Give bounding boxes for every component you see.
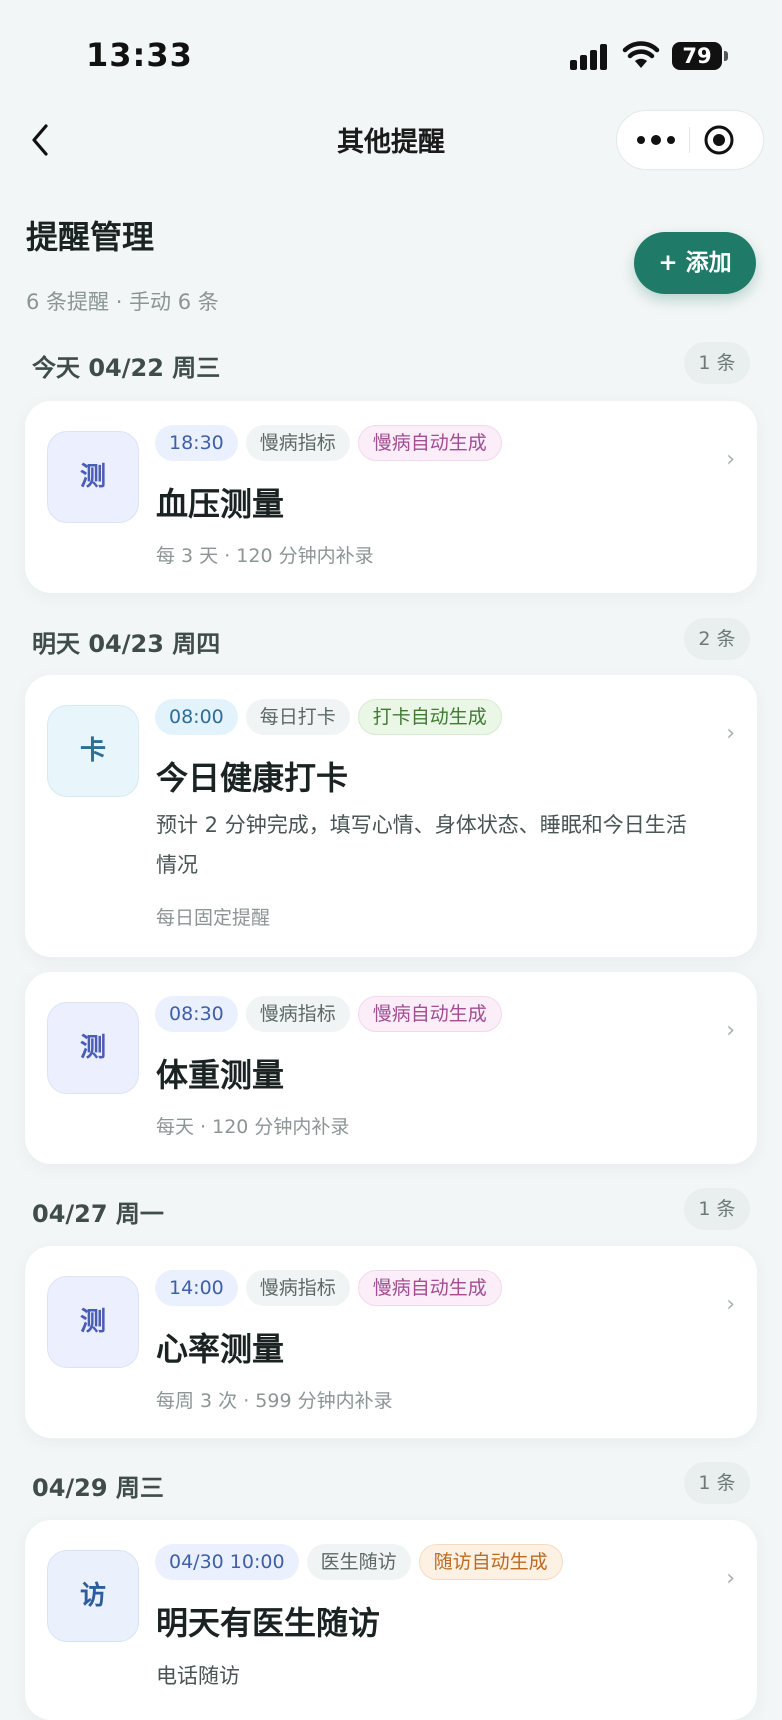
- reminder-card[interactable]: 访 04/30 10:00 医生随访 随访自动生成 明天有医生随访 电话随访 ›: [25, 1520, 757, 1720]
- battery-tip: [724, 51, 728, 61]
- auto-generated-tag: 随访自动生成: [418, 1544, 563, 1580]
- reminder-card[interactable]: 测 18:30 慢病指标 慢病自动生成 血压测量 每 3 天 · 120 分钟内补录…: [25, 401, 757, 593]
- section-date: 今天 04/22 周三: [32, 354, 221, 382]
- page-title: 提醒管理: [26, 218, 155, 256]
- measure-icon: 测: [47, 1276, 139, 1368]
- section-date: 04/29 周三: [32, 1474, 164, 1502]
- chevron-right-icon: ›: [726, 721, 735, 746]
- status-time: 13:33: [86, 36, 193, 74]
- time-tag: 08:00: [155, 699, 238, 735]
- time-tag: 18:30: [155, 425, 238, 461]
- date-section-header: 04/29 周三 1 条: [0, 1462, 782, 1506]
- reminder-card[interactable]: 测 14:00 慢病指标 慢病自动生成 心率测量 每周 3 次 · 599 分钟内补…: [25, 1246, 757, 1438]
- category-tag: 慢病指标: [245, 996, 350, 1032]
- time-tag: 04/30 10:00: [155, 1544, 299, 1580]
- miniprogram-capsule: [616, 110, 764, 170]
- status-bar: 13:33 79: [0, 0, 782, 100]
- card-meta: 每天 · 120 分钟内补录: [156, 1116, 350, 1138]
- count-badge: 1 条: [684, 1462, 750, 1504]
- date-section-header: 今天 04/22 周三 1 条: [0, 342, 782, 386]
- tag-row: 08:30 慢病指标 慢病自动生成: [155, 996, 510, 1034]
- capsule-divider: [689, 127, 690, 153]
- chevron-right-icon: ›: [726, 1018, 735, 1043]
- auto-generated-tag: 打卡自动生成: [357, 699, 502, 735]
- tag-row: 04/30 10:00 医生随访 随访自动生成: [155, 1544, 571, 1582]
- category-tag: 慢病指标: [245, 425, 350, 461]
- card-title: 心率测量: [156, 1330, 285, 1368]
- time-tag: 14:00: [155, 1270, 238, 1306]
- count-badge: 2 条: [684, 618, 750, 660]
- reminder-card[interactable]: 测 08:30 慢病指标 慢病自动生成 体重测量 每天 · 120 分钟内补录 ›: [25, 972, 757, 1164]
- signal-icon: [570, 44, 610, 70]
- card-meta: 电话随访: [156, 1664, 240, 1688]
- battery-icon: 79: [672, 42, 722, 70]
- section-date: 04/27 周一: [32, 1200, 164, 1228]
- tag-row: 14:00 慢病指标 慢病自动生成: [155, 1270, 510, 1308]
- count-badge: 1 条: [684, 1188, 750, 1230]
- date-section-header: 明天 04/23 周四 2 条: [0, 618, 782, 662]
- date-section-header: 04/27 周一 1 条: [0, 1188, 782, 1232]
- reminder-summary: 6 条提醒 · 手动 6 条: [26, 290, 219, 314]
- more-dots-icon[interactable]: [631, 125, 681, 155]
- auto-generated-tag: 慢病自动生成: [357, 996, 502, 1032]
- add-button[interactable]: + 添加: [634, 232, 756, 294]
- section-date: 明天 04/23 周四: [32, 630, 221, 658]
- measure-icon: 测: [47, 431, 139, 523]
- tag-row: 08:00 每日打卡 打卡自动生成: [155, 699, 510, 737]
- category-tag: 慢病指标: [245, 1270, 350, 1306]
- auto-generated-tag: 慢病自动生成: [357, 1270, 502, 1306]
- card-meta: 每周 3 次 · 599 分钟内补录: [156, 1390, 393, 1412]
- card-title: 明天有医生随访: [156, 1604, 381, 1642]
- category-tag: 每日打卡: [245, 699, 350, 735]
- time-tag: 08:30: [155, 996, 238, 1032]
- chevron-right-icon: ›: [726, 1292, 735, 1317]
- category-tag: 医生随访: [306, 1544, 411, 1580]
- auto-generated-tag: 慢病自动生成: [357, 425, 502, 461]
- card-meta: 每 3 天 · 120 分钟内补录: [156, 545, 374, 567]
- card-title: 今日健康打卡: [156, 759, 349, 797]
- nav-bar: 其他提醒: [0, 100, 782, 180]
- card-meta: 每日固定提醒: [156, 907, 271, 929]
- measure-icon: 测: [47, 1002, 139, 1094]
- wifi-icon: [622, 41, 660, 68]
- card-description: 预计 2 分钟完成，填写心情、身体状态、睡眠和今日生活情况: [156, 813, 687, 877]
- checkin-icon: 卡: [47, 705, 139, 797]
- chevron-right-icon: ›: [726, 447, 735, 472]
- card-title: 血压测量: [156, 485, 285, 523]
- reminder-card[interactable]: 卡 08:00 每日打卡 打卡自动生成 今日健康打卡 预计 2 分钟完成，填写心情、…: [25, 675, 757, 957]
- visit-icon: 访: [47, 1550, 139, 1642]
- tag-row: 18:30 慢病指标 慢病自动生成: [155, 425, 510, 463]
- target-circle-icon[interactable]: [703, 124, 735, 156]
- chevron-right-icon: ›: [726, 1566, 735, 1591]
- card-title: 体重测量: [156, 1056, 285, 1094]
- count-badge: 1 条: [684, 342, 750, 384]
